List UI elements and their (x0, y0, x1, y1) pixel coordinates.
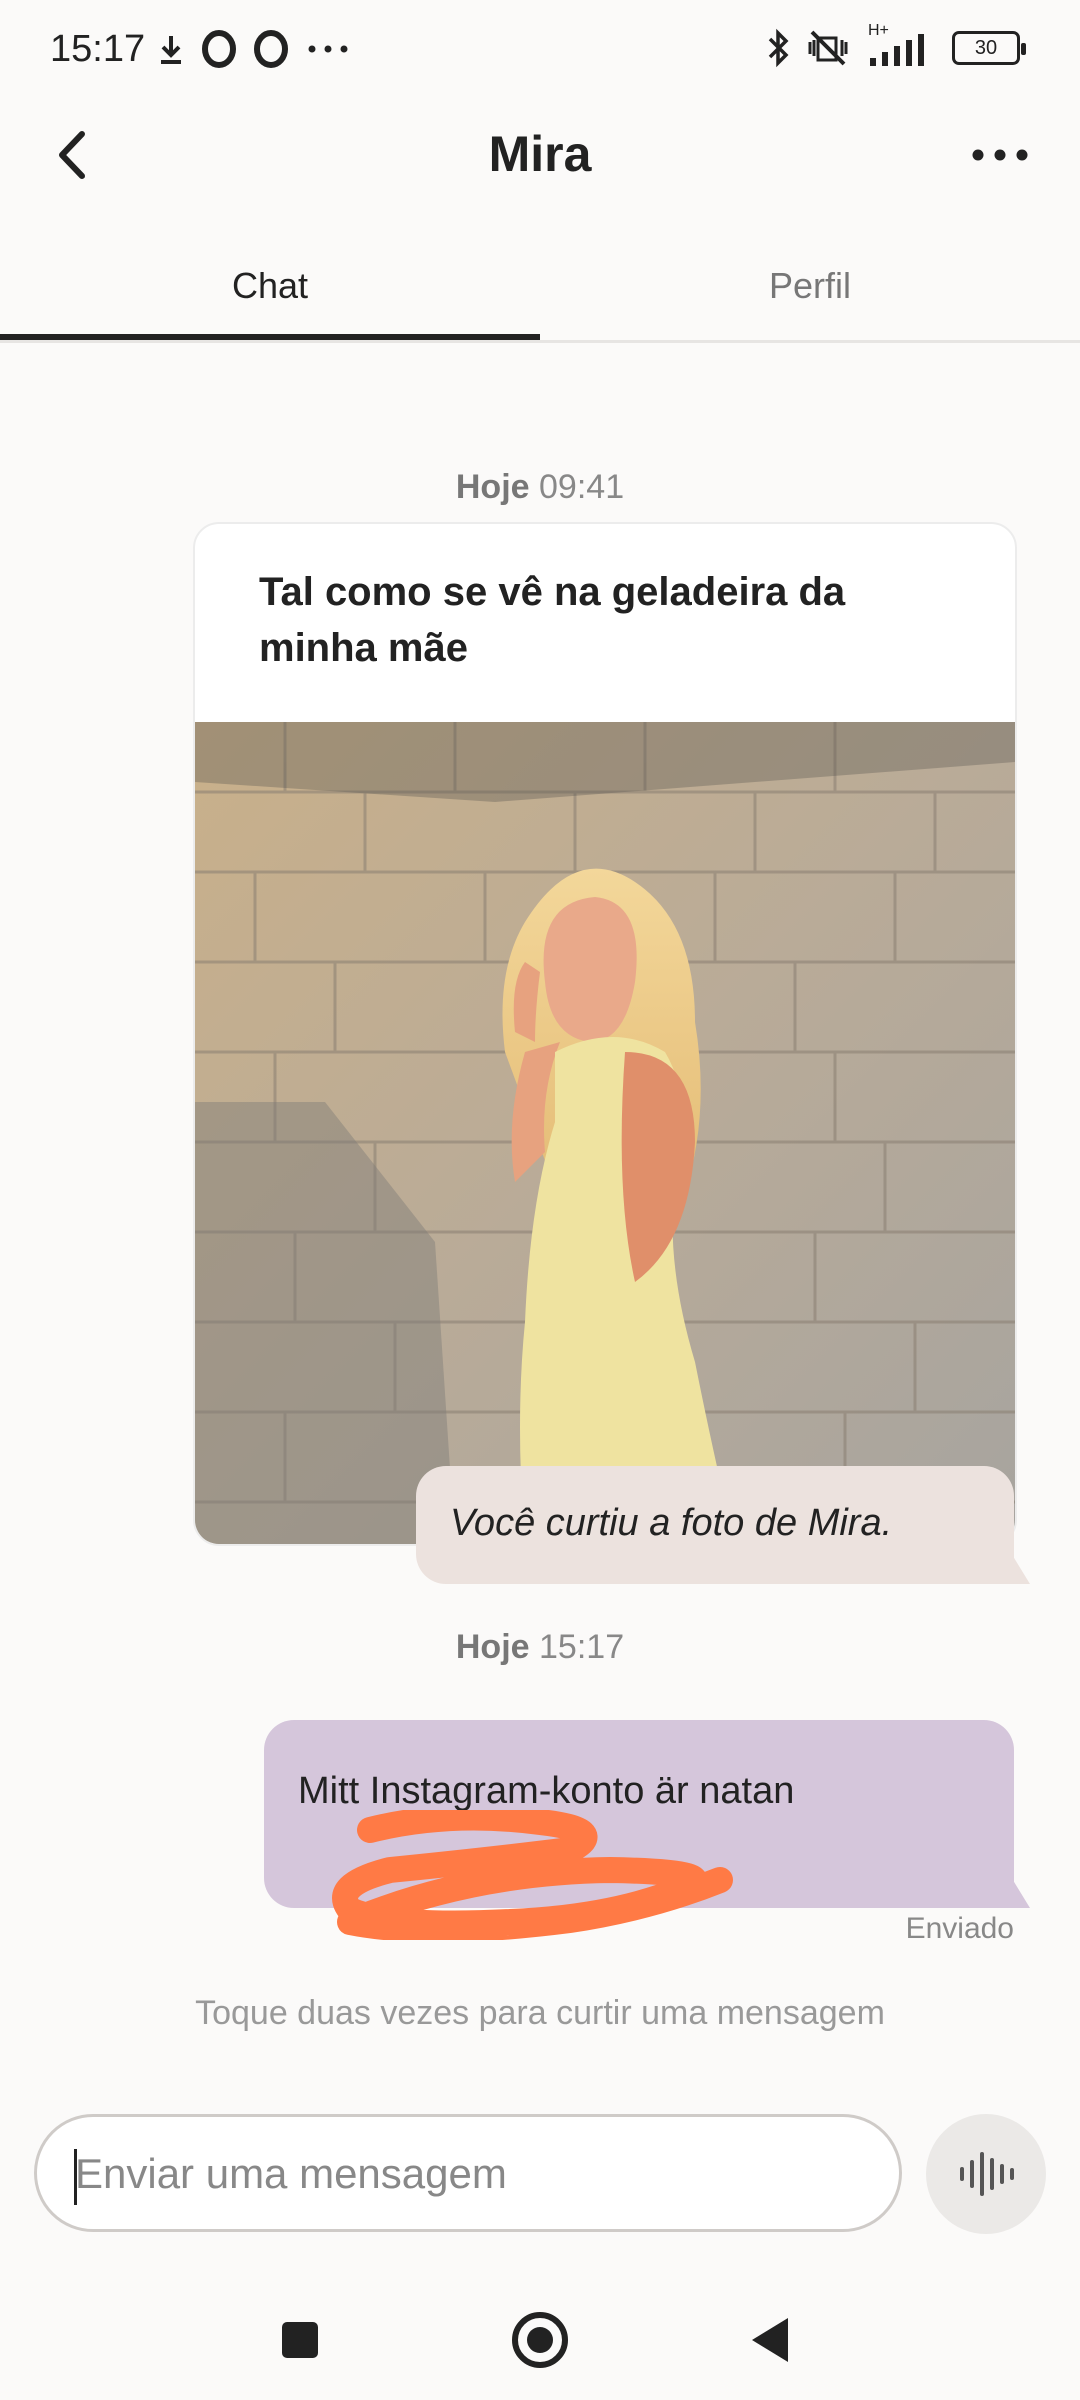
profile-photo[interactable] (195, 722, 1015, 1544)
opera-icon (202, 30, 236, 68)
battery-indicator: 30 (952, 31, 1026, 65)
redaction-scribble (332, 1810, 733, 1940)
tab-profile[interactable]: Perfil (540, 240, 1080, 340)
message-composer[interactable] (34, 2114, 902, 2232)
signal-icon: H+ (866, 22, 936, 68)
opera-icon (254, 30, 288, 68)
more-horizontal-icon[interactable] (970, 140, 1030, 170)
home-circle-icon[interactable] (500, 2300, 580, 2380)
double-tap-hint: Toque duas vezes para curtir uma mensage… (195, 1994, 885, 2032)
active-tab-indicator (0, 334, 540, 340)
bubble-tail (1008, 1872, 1030, 1908)
profile-photo-card[interactable]: Tal como se vê na geladeira da minha mãe (193, 522, 1017, 1546)
status-bar: 15:17 H+ 30 (0, 0, 1080, 100)
tab-chat[interactable]: Chat (0, 240, 540, 340)
voice-wave-icon (960, 2152, 1014, 2196)
liked-photo-notice[interactable]: Você curtiu a foto de Mira. (416, 1466, 1014, 1584)
download-icon (161, 36, 181, 64)
status-time: 15:17 (50, 28, 146, 70)
timestamp-time: 15:17 (539, 1628, 625, 1666)
message-status: Enviado (905, 1912, 1014, 1945)
liked-photo-text: Você curtiu a foto de Mira. (450, 1502, 893, 1544)
bluetooth-icon (768, 28, 789, 68)
bubble-tail (1008, 1548, 1030, 1584)
tab-bar: Chat Perfil (0, 240, 1080, 343)
system-nav-bar (0, 2260, 1080, 2400)
more-dots-icon (308, 45, 348, 53)
timestamp: Hoje 15:17 (0, 1628, 1080, 1667)
timestamp-day: Hoje (455, 468, 530, 506)
timestamp: Hoje 09:41 (0, 468, 1080, 507)
vibrate-off-icon (808, 30, 848, 66)
timestamp-time: 09:41 (539, 468, 625, 506)
photo-caption: Tal como se vê na geladeira da minha mãe (259, 570, 846, 670)
voice-message-button[interactable] (926, 2114, 1046, 2234)
message-input[interactable] (73, 2137, 877, 2211)
back-triangle-icon[interactable] (730, 2300, 810, 2380)
recents-square-icon[interactable] (260, 2300, 340, 2380)
chat-header: Mira (0, 100, 1080, 220)
timestamp-day: Hoje (455, 1628, 530, 1666)
text-cursor (74, 2149, 77, 2205)
page-title: Mira (488, 126, 592, 182)
